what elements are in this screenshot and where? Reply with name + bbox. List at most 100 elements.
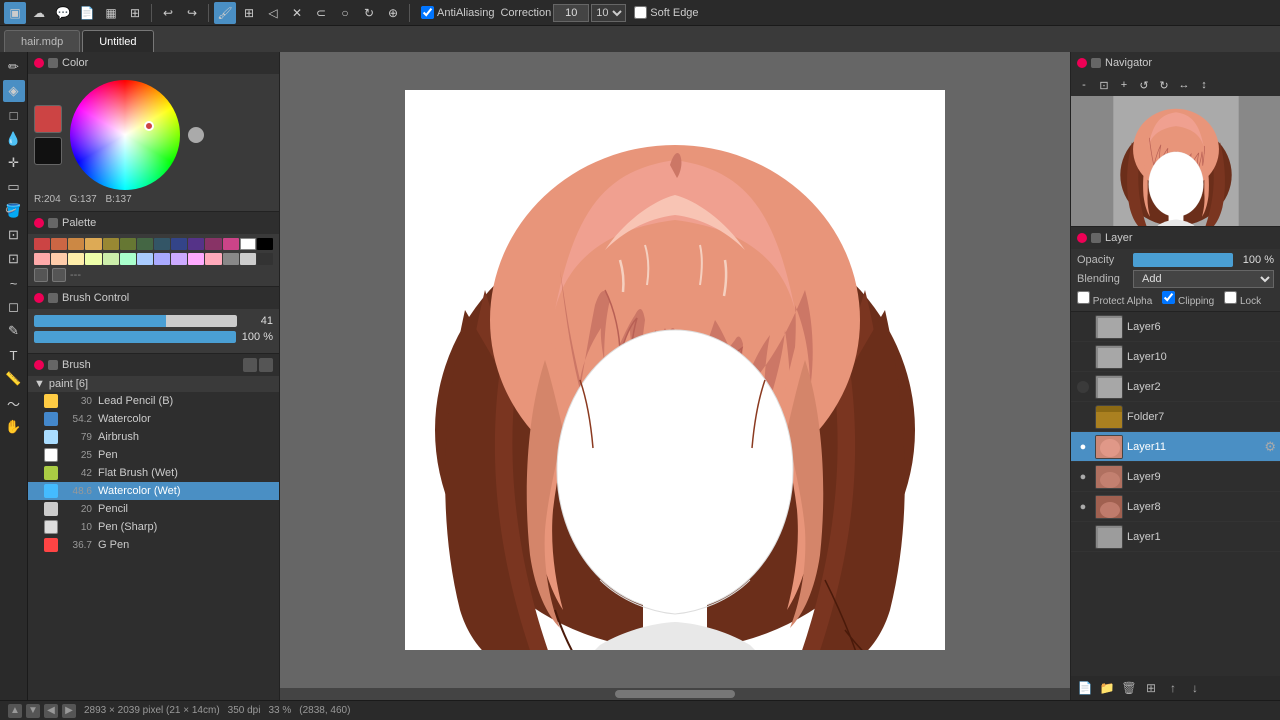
layer-eye-layer2[interactable] <box>1077 381 1089 393</box>
palette-swatch[interactable] <box>257 253 273 265</box>
palette-swatch[interactable] <box>171 238 187 250</box>
size-slider-track[interactable] <box>34 315 237 327</box>
palette-swatch[interactable] <box>68 253 84 265</box>
brush-control-close-btn[interactable] <box>34 293 44 303</box>
clipping-check[interactable] <box>1162 291 1175 304</box>
palette-expand-btn[interactable] <box>48 218 58 228</box>
canvas-background[interactable] <box>280 52 1070 688</box>
status-up-btn[interactable]: ▲ <box>8 704 22 718</box>
brush-item-flat-brush[interactable]: 42 Flat Brush (Wet) <box>28 464 279 482</box>
opacity-slider[interactable] <box>1133 253 1233 267</box>
palette-swatch[interactable] <box>103 253 119 265</box>
paint-bucket-btn[interactable]: 🪣 <box>3 200 25 222</box>
layer-item-layer10[interactable]: Layer10 <box>1071 342 1280 372</box>
correction-input[interactable]: 10 <box>553 4 589 22</box>
layer-item-layer1[interactable]: Layer1 <box>1071 522 1280 552</box>
brush-item-lead-pencil[interactable]: 30 Lead Pencil (B) <box>28 392 279 410</box>
lock-label[interactable]: Lock <box>1224 291 1261 307</box>
layer-expand-btn[interactable] <box>1091 233 1101 243</box>
rect-tool-btn[interactable]: □ <box>3 104 25 126</box>
palette-swatch[interactable] <box>223 238 239 250</box>
symmetry-tool[interactable]: ⊕ <box>382 2 404 24</box>
text-tool-btn[interactable]: T <box>3 344 25 366</box>
navigator-preview[interactable] <box>1071 96 1280 226</box>
layer-gear-icon[interactable]: ⚙ <box>1264 439 1276 455</box>
fill-tool-btn[interactable]: ◈ <box>3 80 25 102</box>
tool-grid[interactable]: ▦ <box>100 2 122 24</box>
tool-select[interactable]: ▣ <box>4 2 26 24</box>
brush-control-expand-btn[interactable] <box>48 293 58 303</box>
palette-del-btn[interactable] <box>52 268 66 282</box>
soft-edge-check[interactable] <box>634 6 647 19</box>
layer-close-btn[interactable] <box>1077 233 1087 243</box>
brush-scroll-up[interactable] <box>243 358 257 372</box>
redo-button[interactable]: ↪ <box>181 2 203 24</box>
layer-eye-folder7[interactable] <box>1075 409 1091 425</box>
palette-swatch[interactable] <box>34 238 50 250</box>
undo-button[interactable]: ↩ <box>157 2 179 24</box>
scrollbar-thumb[interactable] <box>615 690 735 698</box>
ruler-tool-btn[interactable]: 📏 <box>3 368 25 390</box>
eraser-tool-btn[interactable]: ◻ <box>3 296 25 318</box>
nav-flip-v-btn[interactable]: ↕ <box>1195 76 1213 94</box>
nav-zoom-out-btn[interactable]: - <box>1075 76 1093 94</box>
palette-swatch[interactable] <box>137 238 153 250</box>
palette-swatch[interactable] <box>120 238 136 250</box>
lock-check[interactable] <box>1224 291 1237 304</box>
palette-swatch[interactable] <box>154 238 170 250</box>
flip-tool[interactable]: ◁ <box>262 2 284 24</box>
palette-swatch[interactable] <box>34 253 50 265</box>
layer-move-up-btn[interactable]: ↑ <box>1163 679 1183 697</box>
palette-swatch[interactable] <box>188 238 204 250</box>
palette-swatch[interactable] <box>120 253 136 265</box>
nav-zoom-in-btn[interactable]: + <box>1115 76 1133 94</box>
layer-item-layer8[interactable]: ● Layer8 <box>1071 492 1280 522</box>
tab-untitled[interactable]: Untitled <box>82 30 153 52</box>
soft-edge-label[interactable]: Soft Edge <box>634 6 698 19</box>
color-wheel[interactable] <box>70 80 180 190</box>
layer-item-folder7[interactable]: Folder7 <box>1071 402 1280 432</box>
navigator-expand-btn[interactable] <box>1091 58 1101 68</box>
palette-swatch[interactable] <box>257 238 273 250</box>
color-wheel-container[interactable] <box>70 80 180 190</box>
layer-eye-layer9[interactable]: ● <box>1075 469 1091 485</box>
layer-eye-layer1[interactable] <box>1075 529 1091 545</box>
clipping-label[interactable]: Clipping <box>1162 291 1214 307</box>
layer-move-down-btn[interactable]: ↓ <box>1185 679 1205 697</box>
brush-tool[interactable]: 🖌 <box>214 2 236 24</box>
canvas-scrollbar[interactable] <box>280 688 1070 700</box>
antialias-label[interactable]: AntiAliasing <box>421 6 494 19</box>
hand-tool-btn[interactable]: ✋ <box>3 416 25 438</box>
layer-item-layer6[interactable]: Layer6 <box>1071 312 1280 342</box>
layer-eye-layer10[interactable] <box>1075 349 1091 365</box>
layer-eye-layer8[interactable]: ● <box>1075 499 1091 515</box>
palette-swatch[interactable] <box>85 238 101 250</box>
layer-item-layer9[interactable]: ● Layer9 <box>1071 462 1280 492</box>
eyedrop-tool-btn[interactable]: 💧 <box>3 128 25 150</box>
palette-swatch[interactable] <box>171 253 187 265</box>
brush-item-watercolor[interactable]: 54.2 Watercolor <box>28 410 279 428</box>
status-down-btn[interactable]: ▼ <box>26 704 40 718</box>
nav-zoom-fit-btn[interactable]: ⊡ <box>1095 76 1113 94</box>
color-extra-btn[interactable] <box>188 127 204 143</box>
palette-swatch[interactable] <box>223 253 239 265</box>
brush-group-paint[interactable]: ▼ paint [6] <box>28 376 279 392</box>
brush-item-airbrush[interactable]: 79 Airbrush <box>28 428 279 446</box>
canvas-frame[interactable] <box>405 90 945 650</box>
brush-item-pencil[interactable]: 20 Pencil <box>28 500 279 518</box>
blending-select[interactable]: AddNormalMultiplyScreen <box>1133 270 1274 288</box>
brush-item-g-pen[interactable]: 36.7 G Pen <box>28 536 279 554</box>
palette-add-btn[interactable] <box>34 268 48 282</box>
nav-rotate-right-btn[interactable]: ↻ <box>1155 76 1173 94</box>
navigator-close-btn[interactable] <box>1077 58 1087 68</box>
brush-close-btn[interactable] <box>34 360 44 370</box>
circle-tool[interactable]: ○ <box>334 2 356 24</box>
palette-swatch[interactable] <box>137 253 153 265</box>
layer-add-btn[interactable]: 📄 <box>1075 679 1095 697</box>
rotate-tool[interactable]: ↻ <box>358 2 380 24</box>
nav-flip-h-btn[interactable]: ↔ <box>1175 76 1193 94</box>
brush-item-pen-sharp[interactable]: 10 Pen (Sharp) <box>28 518 279 536</box>
layer-eye-layer11[interactable]: ● <box>1075 439 1091 455</box>
transform-tool[interactable]: ✕ <box>286 2 308 24</box>
layer-merge-btn[interactable]: ⊞ <box>1141 679 1161 697</box>
